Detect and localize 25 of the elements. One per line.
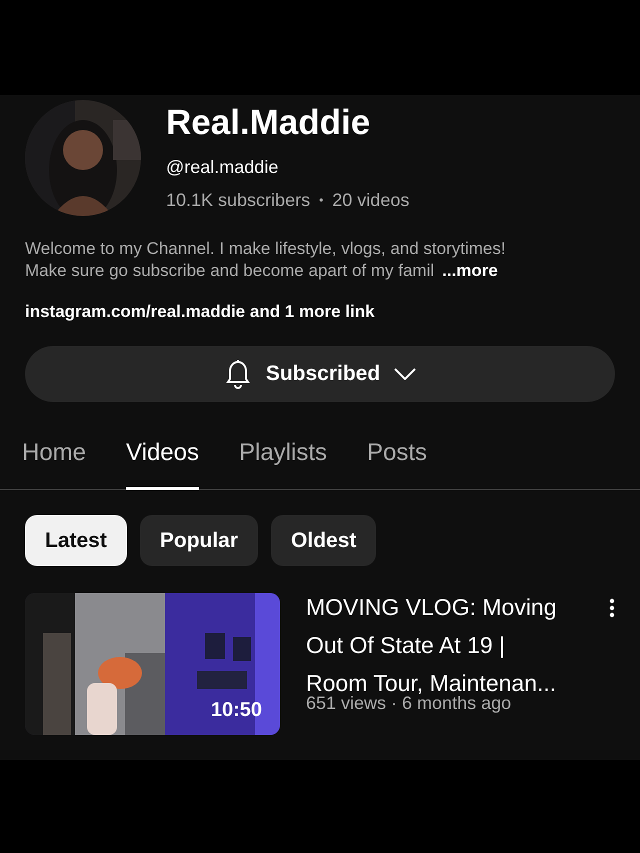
tab[interactable]: Playlists bbox=[238, 439, 328, 490]
tab[interactable]: Posts bbox=[367, 439, 428, 490]
video-meta: 651 views · 6 months ago bbox=[306, 693, 512, 714]
separator-dot: • bbox=[319, 192, 324, 209]
bell-icon bbox=[224, 358, 252, 390]
tab[interactable]: Home bbox=[22, 439, 86, 490]
video-thumbnail[interactable]: 10:50 bbox=[25, 593, 280, 735]
channel-description: Welcome to my Channel. I make lifestyle, vlogs, and storytimes! bbox=[25, 238, 507, 260]
filter-chip[interactable]: Latest bbox=[25, 515, 127, 566]
video-title[interactable]: MOVING VLOG: Moving bbox=[306, 588, 605, 626]
more-link[interactable]: ...more bbox=[442, 260, 498, 282]
filter-chip[interactable]: Popular bbox=[140, 515, 258, 566]
video-title[interactable]: Out Of State At 19 | bbox=[306, 626, 605, 664]
subscribe-button[interactable]: Subscribed bbox=[25, 346, 615, 402]
subscriber-count: 10.1K subscribers bbox=[166, 189, 310, 211]
channel-name: Real.Maddie bbox=[166, 103, 372, 143]
more-options-icon[interactable] bbox=[609, 598, 615, 618]
filter-chip[interactable]: Oldest bbox=[271, 515, 376, 566]
chevron-down-icon bbox=[394, 368, 416, 380]
tab[interactable]: Videos bbox=[126, 439, 199, 490]
channel-description: Make sure go subscribe and become apart of my famil bbox=[25, 260, 434, 282]
channel-links[interactable]: instagram.com/real.maddie and 1 more link bbox=[0, 301, 640, 323]
video-count: 20 videos bbox=[332, 189, 410, 211]
channel-handle: @real.maddie bbox=[166, 156, 280, 178]
video-duration: 10:50 bbox=[210, 699, 262, 721]
